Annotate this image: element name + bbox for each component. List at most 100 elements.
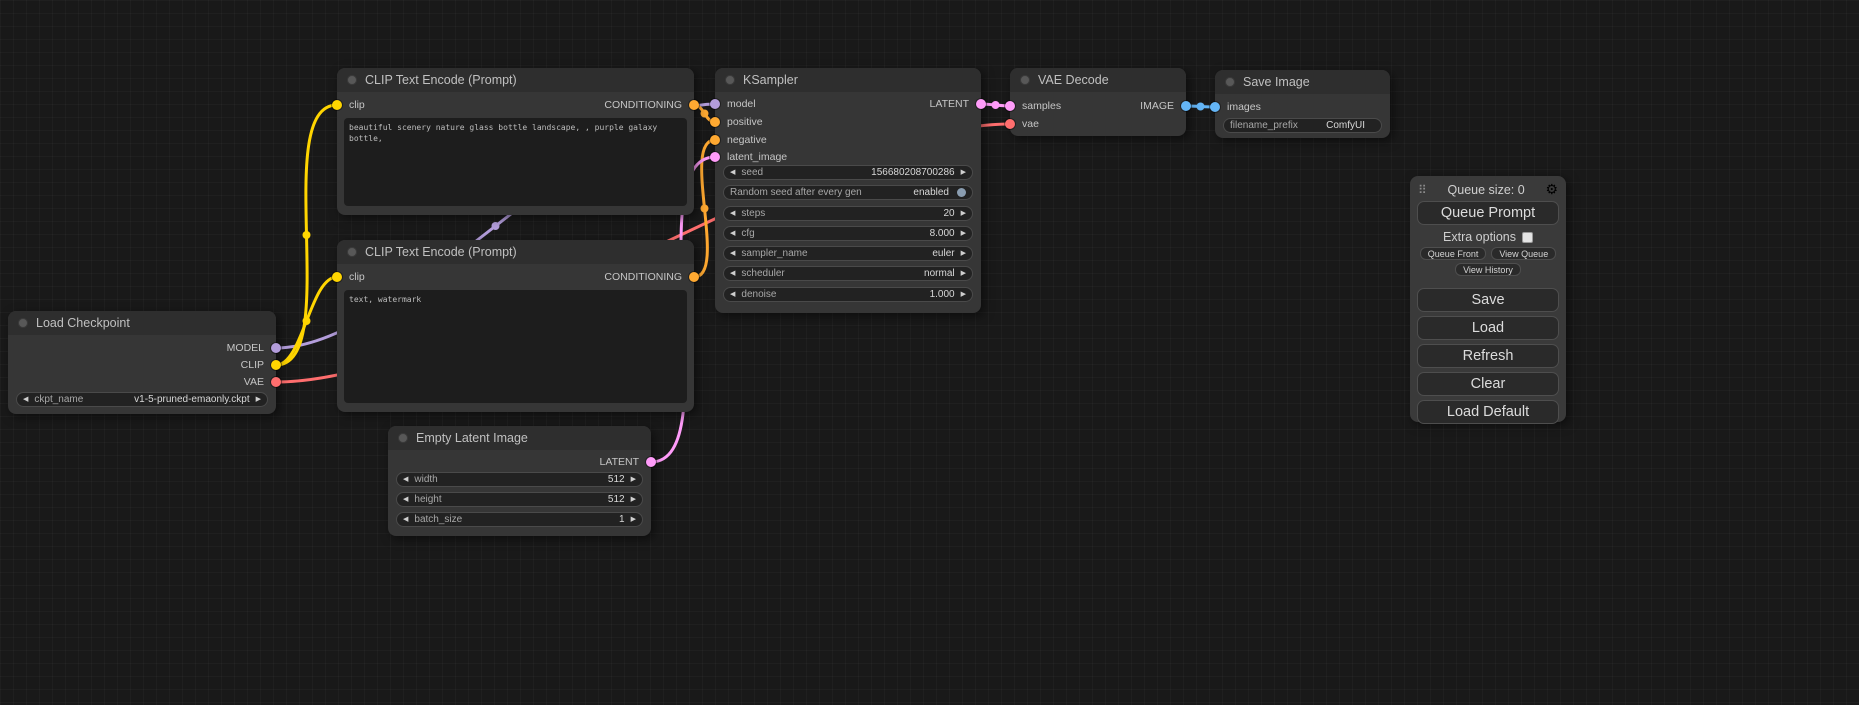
- clear-button[interactable]: Clear: [1417, 372, 1559, 396]
- input-slot-model[interactable]: [710, 99, 720, 109]
- output-slot-vae[interactable]: [271, 377, 281, 387]
- output-slot-latent[interactable]: [646, 457, 656, 467]
- load-button[interactable]: Load: [1417, 316, 1559, 340]
- node-title-bar[interactable]: VAE Decode: [1010, 68, 1186, 92]
- node-save-image[interactable]: Save Image images filename_prefix ComfyU…: [1215, 70, 1390, 138]
- output-slot-image[interactable]: [1181, 101, 1191, 111]
- node-title-bar[interactable]: CLIP Text Encode (Prompt): [337, 68, 694, 92]
- link-midpoint-samples[interactable]: [992, 101, 1000, 109]
- input-slot-label-images: images: [1227, 99, 1261, 115]
- widget-label: ckpt_name: [34, 394, 83, 405]
- link-midpoint-positive[interactable]: [701, 110, 709, 118]
- collapse-dot[interactable]: [1020, 75, 1030, 85]
- decrement-arrow-icon[interactable]: ◀: [730, 288, 735, 301]
- node-vae-decode[interactable]: VAE Decode samples vae IMAGE: [1010, 68, 1186, 136]
- output-slot-conditioning[interactable]: [689, 272, 699, 282]
- increment-arrow-icon[interactable]: ▶: [256, 393, 261, 406]
- widget-label: seed: [741, 167, 763, 178]
- save-button[interactable]: Save: [1417, 288, 1559, 312]
- widget-filename-prefix[interactable]: filename_prefix ComfyUI: [1223, 118, 1382, 133]
- widget-denoise[interactable]: ◀ denoise 1.000 ▶: [723, 287, 973, 302]
- widget-random-seed-toggle[interactable]: Random seed after every gen enabled: [723, 185, 973, 200]
- queue-front-button[interactable]: Queue Front: [1420, 247, 1487, 260]
- widget-value: v1-5-pruned-emaonly.ckpt: [134, 394, 249, 405]
- link-midpoint-clip-negative[interactable]: [303, 317, 311, 325]
- widget-cfg[interactable]: ◀ cfg 8.000 ▶: [723, 226, 973, 241]
- input-slot-samples[interactable]: [1005, 101, 1015, 111]
- node-ksampler[interactable]: KSampler model positive negative latent_…: [715, 68, 981, 313]
- decrement-arrow-icon[interactable]: ◀: [23, 393, 28, 406]
- widget-scheduler[interactable]: ◀ scheduler normal ▶: [723, 266, 973, 281]
- widget-width[interactable]: ◀ width 512 ▶: [396, 472, 643, 487]
- increment-arrow-icon[interactable]: ▶: [961, 227, 966, 240]
- node-load-checkpoint[interactable]: Load Checkpoint MODEL CLIP VAE ◀ ckpt_na…: [8, 311, 276, 414]
- increment-arrow-icon[interactable]: ▶: [961, 288, 966, 301]
- node-title-bar[interactable]: Empty Latent Image: [388, 426, 651, 450]
- decrement-arrow-icon[interactable]: ◀: [403, 513, 408, 526]
- drag-handle-icon[interactable]: ⠿: [1418, 183, 1427, 197]
- decrement-arrow-icon[interactable]: ◀: [730, 227, 735, 240]
- node-title-bar[interactable]: CLIP Text Encode (Prompt): [337, 240, 694, 264]
- input-slot-latent-image[interactable]: [710, 152, 720, 162]
- collapse-dot[interactable]: [398, 433, 408, 443]
- increment-arrow-icon[interactable]: ▶: [631, 493, 636, 506]
- view-history-button[interactable]: View History: [1455, 263, 1521, 276]
- increment-arrow-icon[interactable]: ▶: [631, 513, 636, 526]
- prompt-textarea[interactable]: text, watermark: [344, 290, 687, 403]
- node-clip-text-encode-positive[interactable]: CLIP Text Encode (Prompt) clip CONDITION…: [337, 68, 694, 215]
- decrement-arrow-icon[interactable]: ◀: [730, 207, 735, 220]
- decrement-arrow-icon[interactable]: ◀: [730, 166, 735, 179]
- decrement-arrow-icon[interactable]: ◀: [403, 493, 408, 506]
- node-title-bar[interactable]: Save Image: [1215, 70, 1390, 94]
- widget-sampler-name[interactable]: ◀ sampler_name euler ▶: [723, 246, 973, 261]
- increment-arrow-icon[interactable]: ▶: [631, 473, 636, 486]
- refresh-button[interactable]: Refresh: [1417, 344, 1559, 368]
- output-slot-clip[interactable]: [271, 360, 281, 370]
- input-slot-positive[interactable]: [710, 117, 720, 127]
- collapse-dot[interactable]: [18, 318, 28, 328]
- settings-gear-icon[interactable]: ⚙: [1545, 181, 1558, 198]
- widget-ckpt-name[interactable]: ◀ ckpt_name v1-5-pruned-emaonly.ckpt ▶: [16, 392, 268, 407]
- prompt-textarea[interactable]: beautiful scenery nature glass bottle la…: [344, 118, 687, 206]
- node-canvas[interactable]: Load Checkpoint MODEL CLIP VAE ◀ ckpt_na…: [0, 0, 1859, 705]
- link-midpoint-clip-positive[interactable]: [303, 231, 311, 239]
- widget-value: 20: [943, 208, 954, 219]
- view-queue-button[interactable]: View Queue: [1491, 247, 1556, 260]
- widget-value: 1.000: [930, 289, 955, 300]
- load-default-button[interactable]: Load Default: [1417, 400, 1559, 424]
- input-slot-images[interactable]: [1210, 102, 1220, 112]
- link-midpoint-model[interactable]: [492, 222, 500, 230]
- increment-arrow-icon[interactable]: ▶: [961, 207, 966, 220]
- input-slot-clip[interactable]: [332, 100, 342, 110]
- input-slot-vae[interactable]: [1005, 119, 1015, 129]
- widget-seed[interactable]: ◀ seed 156680208700286 ▶: [723, 165, 973, 180]
- queue-prompt-button[interactable]: Queue Prompt: [1417, 201, 1559, 225]
- collapse-dot[interactable]: [347, 247, 357, 257]
- output-slot-model[interactable]: [271, 343, 281, 353]
- increment-arrow-icon[interactable]: ▶: [961, 247, 966, 260]
- output-slot-latent[interactable]: [976, 99, 986, 109]
- node-empty-latent-image[interactable]: Empty Latent Image LATENT ◀ width 512 ▶ …: [388, 426, 651, 536]
- input-slot-clip[interactable]: [332, 272, 342, 282]
- node-title-bar[interactable]: Load Checkpoint: [8, 311, 276, 335]
- widget-batch-size[interactable]: ◀ batch_size 1 ▶: [396, 512, 643, 527]
- collapse-dot[interactable]: [347, 75, 357, 85]
- collapse-dot[interactable]: [1225, 77, 1235, 87]
- link-midpoint-negative[interactable]: [701, 205, 709, 213]
- input-slot-negative[interactable]: [710, 135, 720, 145]
- decrement-arrow-icon[interactable]: ◀: [730, 267, 735, 280]
- widget-steps[interactable]: ◀ steps 20 ▶: [723, 206, 973, 221]
- increment-arrow-icon[interactable]: ▶: [961, 267, 966, 280]
- decrement-arrow-icon[interactable]: ◀: [730, 247, 735, 260]
- extra-options-checkbox[interactable]: [1522, 232, 1533, 243]
- link-midpoint-image[interactable]: [1197, 103, 1205, 111]
- node-title-bar[interactable]: KSampler: [715, 68, 981, 92]
- decrement-arrow-icon[interactable]: ◀: [403, 473, 408, 486]
- increment-arrow-icon[interactable]: ▶: [961, 166, 966, 179]
- collapse-dot[interactable]: [725, 75, 735, 85]
- queue-buttons-row: Queue Front View Queue: [1410, 247, 1566, 260]
- toggle-indicator-icon[interactable]: [957, 188, 966, 197]
- node-clip-text-encode-negative[interactable]: CLIP Text Encode (Prompt) clip CONDITION…: [337, 240, 694, 412]
- output-slot-conditioning[interactable]: [689, 100, 699, 110]
- widget-height[interactable]: ◀ height 512 ▶: [396, 492, 643, 507]
